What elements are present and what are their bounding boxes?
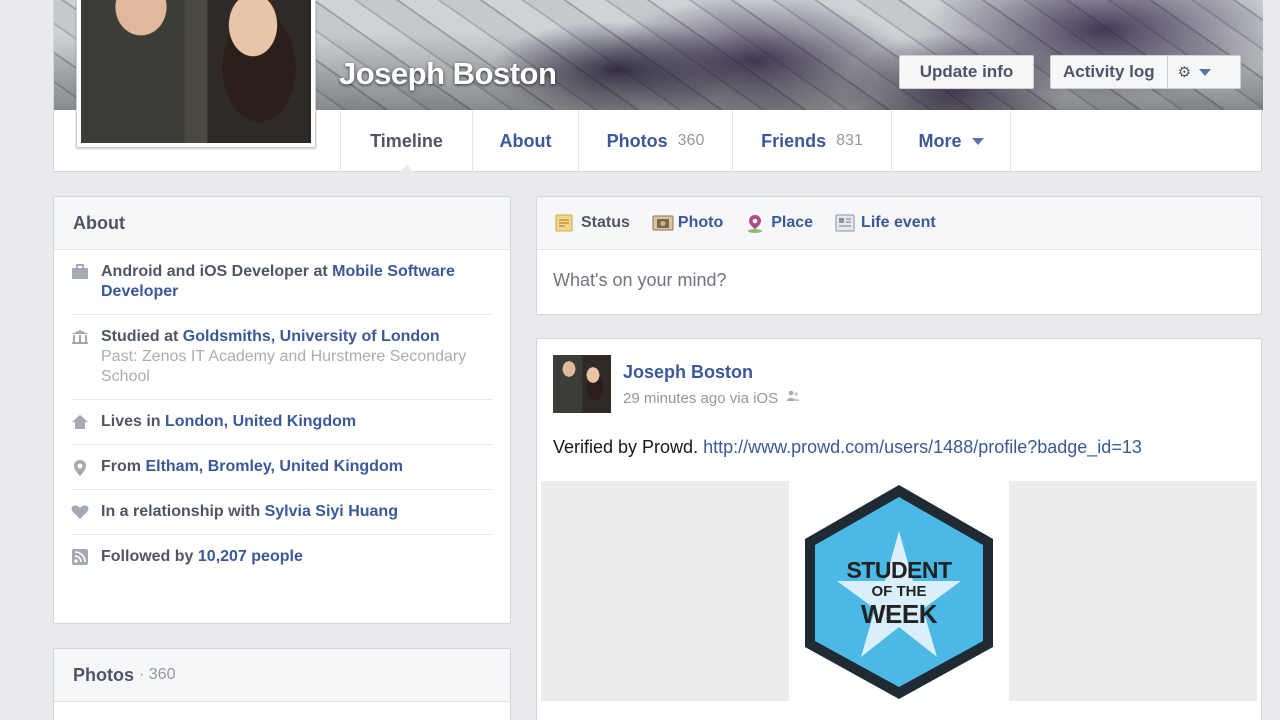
past-education: Past: Zenos IT Academy and Hurstmere Sec… <box>101 348 467 385</box>
profile-name[interactable]: Joseph Boston <box>339 56 557 92</box>
composer-tab-photo[interactable]: Photo <box>652 214 723 232</box>
gear-icon: ⚙ <box>1177 64 1192 81</box>
about-item-followers: Followed by 10,207 people <box>71 535 493 579</box>
composer-tabs: Status Photo Place Life event <box>537 197 1261 250</box>
followers-link[interactable]: 10,207 people <box>198 548 303 565</box>
photo-icon <box>652 214 674 232</box>
profile-photo <box>81 0 311 143</box>
from-link[interactable]: Eltham, Bromley, United Kingdom <box>145 458 403 475</box>
lives-in-link[interactable]: London, United Kingdom <box>165 413 356 430</box>
activity-log-button[interactable]: Activity log ⚙ <box>1050 55 1241 89</box>
relationship-link[interactable]: Sylvia Siyi Huang <box>265 503 398 520</box>
post-timestamp[interactable]: 29 minutes ago via iOS <box>623 390 778 407</box>
status-input[interactable]: What's on your mind? <box>537 250 1261 311</box>
profile-picture[interactable] <box>76 0 316 148</box>
chevron-down-icon <box>1199 68 1212 76</box>
tab-more[interactable]: More <box>892 110 1011 172</box>
status-composer: Status Photo Place Life event What's on … <box>536 196 1262 315</box>
about-title[interactable]: About <box>54 197 510 250</box>
update-info-button[interactable]: Update info <box>899 55 1034 89</box>
photos-card: Photos · 360 <box>53 648 511 720</box>
about-item-work: Android and iOS Developer at Mobile Soft… <box>71 250 493 315</box>
composer-tab-place[interactable]: Place <box>745 214 813 233</box>
tab-about[interactable]: About <box>473 110 579 172</box>
post-meta: 29 minutes ago via iOS <box>623 389 800 407</box>
photos-card-count: · 360 <box>139 666 176 683</box>
photos-count: 360 <box>677 132 705 149</box>
post-link[interactable]: http://www.prowd.com/users/1488/profile?… <box>703 437 1142 457</box>
update-info-label: Update info <box>919 62 1014 81</box>
rss-icon <box>71 549 89 567</box>
settings-dropdown[interactable]: ⚙ <box>1168 63 1212 81</box>
post-image[interactable]: STUDENT OF THE WEEK <box>541 481 1257 701</box>
photos-card-header[interactable]: Photos · 360 <box>54 649 510 702</box>
about-item-education: Studied at Goldsmiths, University of Lon… <box>71 315 493 400</box>
avatar[interactable] <box>553 355 611 413</box>
post-text: Verified by Prowd. http://www.prowd.com/… <box>553 437 1142 457</box>
friends-count: 831 <box>836 132 863 149</box>
location-pin-icon <box>71 459 89 477</box>
friends-privacy-icon[interactable] <box>786 389 800 407</box>
about-item-from: From Eltham, Bromley, United Kingdom <box>71 445 493 490</box>
life-event-icon <box>835 214 855 232</box>
composer-tab-status[interactable]: Status <box>555 214 630 232</box>
place-icon <box>745 214 765 233</box>
tab-friends[interactable]: Friends 831 <box>733 110 892 172</box>
about-item-lives: Lives in London, United Kingdom <box>71 400 493 445</box>
tab-photos[interactable]: Photos 360 <box>579 110 733 172</box>
badge-label: STUDENT OF THE WEEK <box>846 557 952 629</box>
composer-tab-life-event[interactable]: Life event <box>835 214 936 232</box>
home-icon <box>71 414 89 432</box>
photos-card-title: Photos <box>73 664 134 685</box>
post-author[interactable]: Joseph Boston <box>623 362 753 383</box>
heart-icon <box>71 504 89 522</box>
about-item-relationship: In a relationship with Sylvia Siyi Huang <box>71 490 493 535</box>
about-card: About Android and iOS Developer at Mobil… <box>53 196 511 624</box>
tab-timeline[interactable]: Timeline <box>340 110 473 173</box>
student-of-the-week-badge: STUDENT OF THE WEEK <box>789 481 1009 701</box>
briefcase-icon <box>71 264 89 282</box>
activity-log-label: Activity log <box>1051 56 1168 88</box>
status-icon <box>555 214 575 232</box>
school-icon <box>71 329 89 347</box>
timeline-post: Joseph Boston 29 minutes ago via iOS Ver… <box>536 338 1262 720</box>
education-link[interactable]: Goldsmiths, University of London <box>183 328 440 345</box>
profile-tabs: Timeline About Photos 360 Friends 831 Mo… <box>340 110 1011 173</box>
chevron-down-icon <box>971 137 984 145</box>
profile-header: Joseph Boston Update info Activity log ⚙… <box>53 0 1263 173</box>
